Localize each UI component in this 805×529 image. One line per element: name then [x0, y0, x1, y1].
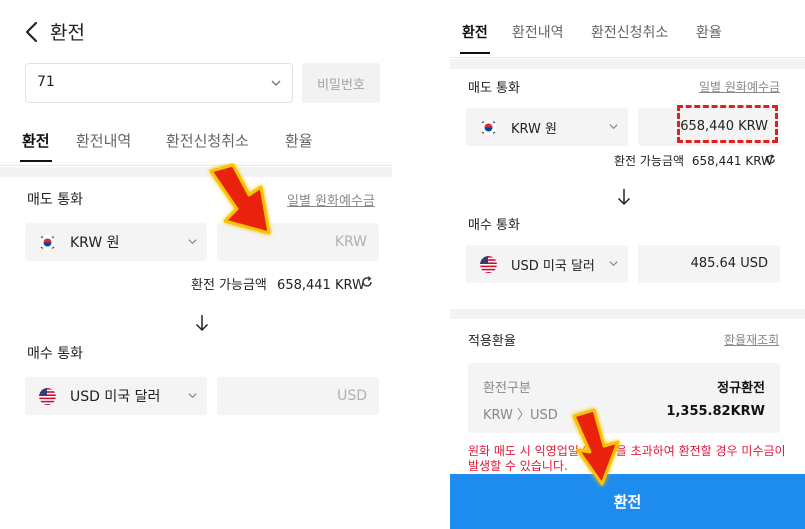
available-amount: 환전 가능금액 658,441 KRW	[191, 274, 365, 293]
sell-currency-select[interactable]: KRW 원	[25, 223, 207, 261]
kr-flag-icon	[39, 234, 56, 251]
tab-rate[interactable]: 환율	[285, 130, 313, 151]
buy-amount-input[interactable]: 485.64 USD	[638, 245, 780, 283]
tab-exchange-history[interactable]: 환전내역	[512, 22, 564, 42]
available-label: 환전 가능금액	[191, 278, 267, 293]
exchange-type-label: 환전구분	[483, 381, 531, 396]
chevron-down-icon	[188, 393, 197, 399]
us-flag-icon	[480, 256, 497, 273]
sell-currency-name: KRW 원	[511, 122, 557, 137]
buy-currency-name: USD 미국 달러	[511, 259, 595, 274]
currency-pair-label: KRW 〉USD	[483, 408, 558, 423]
available-value: 658,441 KRW	[277, 278, 365, 293]
kr-flag-icon	[480, 119, 497, 136]
section-divider	[0, 167, 392, 177]
tab-exchange-cancel[interactable]: 환전신청취소	[166, 130, 249, 151]
buy-currency-label: 매수 통화	[468, 218, 520, 233]
back-arrow-icon[interactable]	[22, 20, 42, 44]
daily-deposit-link[interactable]: 일별 원화예수금	[287, 190, 375, 209]
tab-exchange[interactable]: 환전	[460, 22, 490, 54]
pointer-arrow-icon	[209, 163, 271, 235]
tab-rate[interactable]: 환율	[696, 22, 722, 42]
refresh-icon[interactable]	[361, 276, 373, 288]
section-divider	[450, 309, 805, 319]
buy-currency-select[interactable]: USD 미국 달러	[25, 377, 207, 415]
exchange-type-value: 정규환전	[717, 381, 765, 396]
exchange-screen-after: 환전 환전내역 환전신청취소 환율 매도 통화 일별 원화예수금 KRW 원 6…	[450, 0, 805, 529]
chevron-down-icon	[188, 239, 197, 245]
account-select[interactable]: 71	[25, 63, 293, 103]
pointer-arrow-icon	[572, 408, 620, 486]
chevron-down-icon	[609, 261, 618, 267]
sell-currency-label: 매도 통화	[27, 192, 83, 208]
arrow-down-icon	[617, 189, 631, 206]
buy-amount-input[interactable]: USD	[217, 377, 379, 415]
sell-currency-name: KRW 원	[70, 235, 120, 251]
buy-currency-select[interactable]: USD 미국 달러	[466, 245, 628, 283]
account-number: 71	[37, 74, 55, 90]
amount-highlight-box	[677, 105, 778, 143]
exchange-rate-value: 1,355.82KRW	[666, 404, 765, 419]
available-value: 658,441 KRW	[691, 154, 773, 168]
page-title: 환전	[50, 22, 85, 44]
password-button[interactable]: 비밀번호	[302, 63, 380, 103]
daily-deposit-link[interactable]: 일별 원화예수금	[699, 78, 780, 95]
tab-bar: 환전 환전내역 환전신청취소 환율	[450, 20, 805, 58]
tab-bar: 환전 환전내역 환전신청취소 환율	[0, 128, 392, 166]
tab-exchange-cancel[interactable]: 환전신청취소	[591, 22, 668, 42]
tab-exchange[interactable]: 환전	[20, 130, 52, 162]
available-amount: 환전 가능금액 658,441 KRW	[614, 152, 773, 169]
arrow-down-icon	[195, 315, 209, 332]
refresh-icon[interactable]	[765, 154, 776, 165]
sell-currency-select[interactable]: KRW 원	[466, 108, 628, 146]
chevron-down-icon	[609, 124, 618, 130]
section-divider	[450, 59, 805, 69]
chevron-down-icon	[271, 80, 281, 86]
buy-currency-label: 매수 통화	[27, 346, 83, 362]
sell-currency-label: 매도 통화	[468, 81, 520, 96]
buy-currency-name: USD 미국 달러	[70, 389, 161, 405]
tab-exchange-history[interactable]: 환전내역	[76, 130, 131, 151]
available-label: 환전 가능금액	[614, 154, 685, 168]
applied-rate-label: 적용환율	[468, 334, 516, 349]
us-flag-icon	[39, 388, 56, 405]
exchange-screen-before: 환전 71 비밀번호 환전 환전내역 환전신청취소 환율 매도 통화 일별 원화…	[0, 0, 392, 529]
rate-refresh-link[interactable]: 환율재조회	[724, 331, 779, 348]
